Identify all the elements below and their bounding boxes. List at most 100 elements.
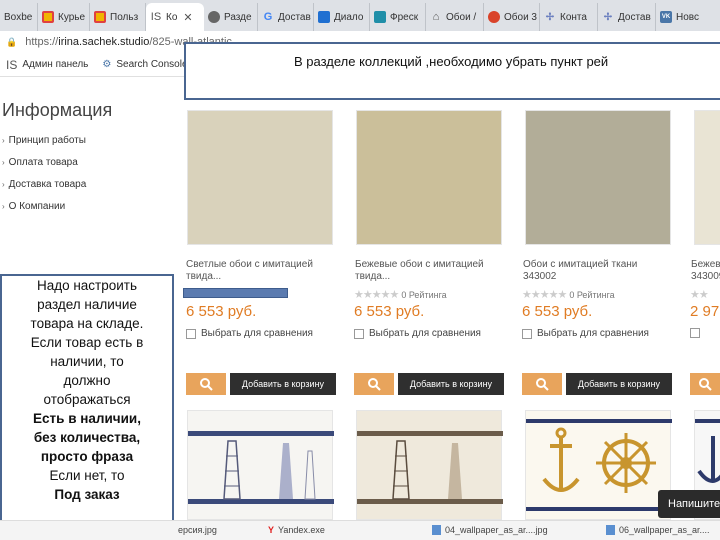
image-icon xyxy=(432,525,441,535)
annotation-line: товара на складе. xyxy=(30,316,144,331)
downloads-bar: ерсия.jpg Y Yandex.exe 04_wallpaper_as_ar… xyxy=(0,520,720,540)
ms-icon xyxy=(42,11,54,23)
wheel-icon xyxy=(208,11,220,23)
product-image-lighthouse[interactable] xyxy=(187,410,334,520)
annotation-line: Есть в наличии, xyxy=(33,411,141,426)
google-icon: G xyxy=(263,11,273,23)
annotation-left: Надо настроить раздел наличие товара на … xyxy=(0,274,174,540)
tab-courier[interactable]: Курье xyxy=(38,3,90,31)
tab-label: Обои / xyxy=(446,11,477,23)
download-item[interactable]: 06_wallpaper_as_ar.... xyxy=(606,525,710,535)
product-image[interactable] xyxy=(187,110,333,245)
product-image[interactable] xyxy=(694,110,720,245)
tab-vk[interactable]: VK Новс xyxy=(656,3,716,31)
tab-fresco[interactable]: Фреск xyxy=(370,3,426,31)
image-icon xyxy=(606,525,615,535)
compare-checkbox[interactable] xyxy=(690,328,700,338)
search-icon xyxy=(536,378,549,391)
product-image-anchor[interactable] xyxy=(525,410,672,520)
tab-label: Диало xyxy=(334,11,364,23)
annotation-line: наличии, то xyxy=(50,354,124,369)
product-name[interactable]: Бежевые обои с имитацией твида... xyxy=(355,259,505,283)
checkbox-box[interactable] xyxy=(690,328,700,338)
sidebar-item-about[interactable]: › О Компании xyxy=(0,196,170,218)
annotation-line: Под заказ xyxy=(54,487,120,502)
quick-view-button[interactable] xyxy=(522,373,562,395)
quick-view-button[interactable] xyxy=(186,373,226,395)
sidebar-item-principle[interactable]: › Принцип работы xyxy=(0,130,170,152)
product-name[interactable]: Обои с имитацией ткани 343002 xyxy=(523,259,673,283)
search-icon xyxy=(368,378,381,391)
product-rating: ★★ xyxy=(690,288,709,301)
product-image[interactable] xyxy=(525,110,671,245)
checkbox-box[interactable] xyxy=(186,328,196,339)
chevron-right-icon: › xyxy=(2,158,5,167)
info-sidebar: Информация › Принцип работы › Оплата товар… xyxy=(0,90,170,218)
chevron-right-icon: › xyxy=(2,180,5,189)
tab-label: Обои 3 xyxy=(504,11,537,23)
grid-icon: ✢ xyxy=(603,11,613,23)
product-price: 6 553 руб. xyxy=(186,303,257,320)
download-item[interactable]: ерсия.jpg xyxy=(178,525,217,535)
chevron-right-icon: › xyxy=(2,202,5,211)
annotation-line: Если товар есть в xyxy=(30,335,144,350)
quick-view-button[interactable] xyxy=(690,373,720,395)
product-name[interactable]: Светлые обои с имитацией твида... xyxy=(186,259,336,283)
tab-wallpaper-1[interactable]: ⌂ Обои / xyxy=(426,3,484,31)
tab-section[interactable]: Разде xyxy=(204,3,258,31)
tab-label: Курье xyxy=(58,11,86,23)
product-name[interactable]: Бежевые343009 xyxy=(691,259,720,283)
star-icons: ★★★★★ xyxy=(522,289,567,301)
add-to-cart-button[interactable]: Добавить в корзину xyxy=(230,373,336,395)
compare-checkbox[interactable]: Выбрать для сравнения xyxy=(186,328,313,339)
add-to-cart-button[interactable]: Добавить в корзину xyxy=(398,373,504,395)
bookmark-search-console[interactable]: ⚙ Search Console xyxy=(102,59,187,70)
checkbox-box[interactable] xyxy=(522,328,532,339)
tab-label: Разде xyxy=(224,11,252,23)
download-item[interactable]: 04_wallpaper_as_ar....jpg xyxy=(432,525,548,535)
tab-dialog[interactable]: Диало xyxy=(314,3,370,31)
tab-delivery-2[interactable]: ✢ Достав xyxy=(598,3,656,31)
product-rating: ★★★★★ 0 Рейтинга xyxy=(522,289,615,301)
anchor-wheel-pattern-icon xyxy=(526,419,672,511)
grid-icon: ✢ xyxy=(545,11,555,23)
compare-checkbox[interactable]: Выбрать для сравнения xyxy=(522,328,649,339)
annotation-line: просто фраза xyxy=(40,449,134,464)
house-icon: ⌂ xyxy=(432,11,440,23)
close-icon[interactable]: ✕ xyxy=(183,11,192,24)
star-icons: ★★ xyxy=(690,289,709,301)
search-icon xyxy=(200,378,213,391)
product-price: 6 553 руб. xyxy=(354,303,425,320)
site-logo-icon: IS xyxy=(6,57,18,72)
download-item[interactable]: Y Yandex.exe xyxy=(268,525,325,535)
sidebar-item-delivery[interactable]: › Доставка товара xyxy=(0,174,170,196)
bookmark-admin-panel[interactable]: IS Админ панель xyxy=(6,58,88,72)
product-image[interactable] xyxy=(356,110,502,245)
sidebar-title: Информация xyxy=(2,100,113,120)
tab-users[interactable]: Польз xyxy=(90,3,146,31)
ms-icon xyxy=(94,11,106,23)
add-to-cart-button[interactable]: Добавить в корзину xyxy=(566,373,672,395)
tab-label: Конта xyxy=(560,11,587,23)
tab-boxbe[interactable]: Boxbe xyxy=(0,3,38,31)
star-icons: ★★★★★ xyxy=(354,289,399,301)
tab-label: Ко xyxy=(166,11,178,23)
tab-contacts[interactable]: ✢ Конта xyxy=(540,3,598,31)
tab-collection-active[interactable]: IS Ко ✕ xyxy=(146,3,204,31)
tab-delivery-google[interactable]: G Достав xyxy=(258,3,314,31)
product-price: 2 97 xyxy=(690,303,720,320)
chat-button[interactable]: Напишите xyxy=(658,490,720,518)
tomato-icon xyxy=(488,11,500,23)
vk-icon: VK xyxy=(660,11,672,23)
compare-checkbox[interactable]: Выбрать для сравнения xyxy=(354,328,481,339)
sidebar-item-payment[interactable]: › Оплата товара xyxy=(0,152,170,174)
product-image-lighthouse-beige[interactable] xyxy=(356,410,503,520)
lock-icon: 🔒 xyxy=(6,36,18,47)
checkbox-box[interactable] xyxy=(354,328,364,339)
quick-view-button[interactable] xyxy=(354,373,394,395)
tab-wallpaper-2[interactable]: Обои 3 xyxy=(484,3,540,31)
annotation-line: должно xyxy=(63,373,111,388)
tab-label: Boxbe xyxy=(4,11,33,23)
yandex-icon: Y xyxy=(268,525,275,535)
chat-icon xyxy=(318,11,330,23)
